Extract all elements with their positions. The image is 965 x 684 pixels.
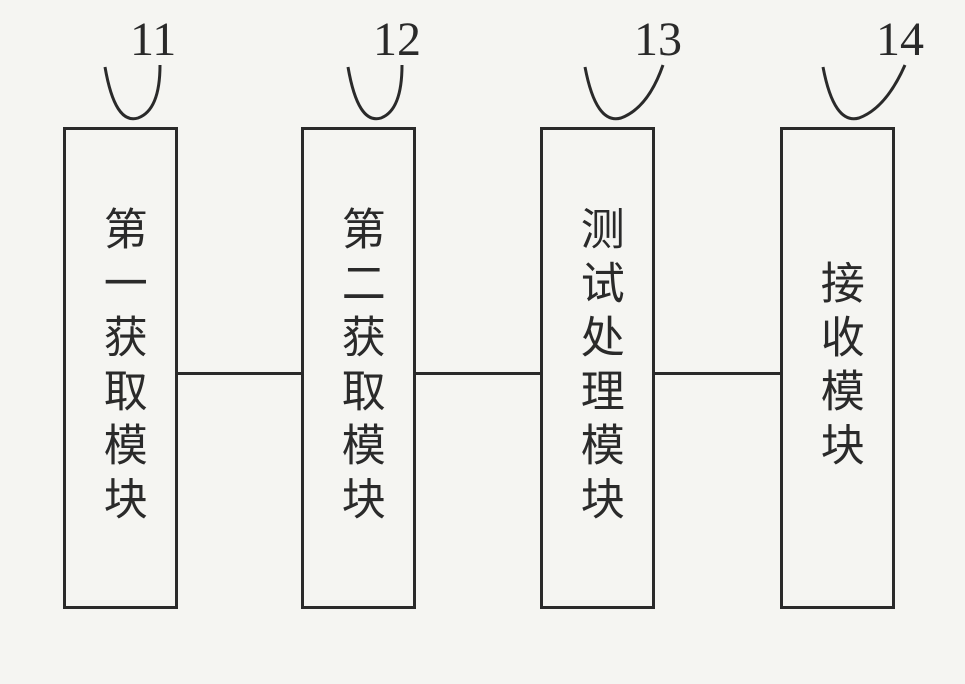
system-block-diagram: 第一获取模块 11 第二获取模块 12 测试处理模块 13 接收模块 14 xyxy=(0,0,965,684)
connector-1-2 xyxy=(178,372,301,375)
connector-2-3 xyxy=(416,372,540,375)
connector-3-4 xyxy=(655,372,780,375)
leader-curve-4 xyxy=(0,0,965,684)
